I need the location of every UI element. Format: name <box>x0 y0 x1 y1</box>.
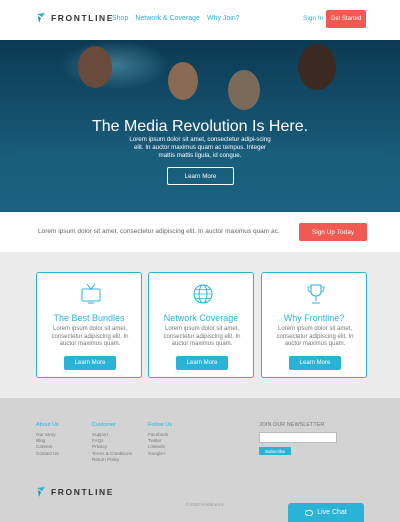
chat-bubble-icon <box>305 509 314 516</box>
feature-card-bundles: The Best Bundles Lorem ipsum dolor sit a… <box>36 272 142 378</box>
footer-link[interactable]: Terms & Conditions <box>92 451 132 457</box>
hero-lamp-glow <box>60 40 170 90</box>
features-section: The Best Bundles Lorem ipsum dolor sit a… <box>0 252 400 398</box>
hero-subtitle: Lorem ipsum dolor sit amet, consectetur … <box>129 136 271 159</box>
strip-text: Lorem ipsum dolor sit amet, consectetur … <box>38 228 280 235</box>
hero-person-3 <box>228 70 260 110</box>
footer-heading: About Us <box>36 422 59 428</box>
feature-learn-more-button[interactable]: Learn More <box>176 356 228 370</box>
newsletter-email-input[interactable] <box>259 432 337 443</box>
footer-link[interactable]: Google+ <box>148 451 172 457</box>
footer-brand-name: FRONTLINE <box>51 487 115 497</box>
hero-person-4 <box>298 44 336 90</box>
subscribe-button[interactable]: Subscribe <box>259 447 291 455</box>
live-chat-button[interactable]: Live Chat <box>288 503 364 522</box>
feature-card-network: Network Coverage Lorem ipsum dolor sit a… <box>148 272 254 378</box>
hero-title: The Media Revolution Is Here. <box>91 118 309 135</box>
brand-logo[interactable]: FRONTLINE <box>36 12 114 24</box>
frontline-logo-icon <box>37 487 45 497</box>
newsletter-heading: JOIN OUR NEWSLETTER <box>259 422 325 428</box>
nav-why-join[interactable]: Why Join? <box>207 15 240 22</box>
footer-col-customer: Customer Support FAQs Privacy Terms & Co… <box>92 422 132 463</box>
nav-network-coverage[interactable]: Network & Coverage <box>135 15 200 22</box>
nav-shop[interactable]: Shop <box>112 15 128 22</box>
footer-heading: Customer <box>92 422 116 428</box>
frontline-logo-icon <box>37 13 45 23</box>
footer-col-about: About Us Our Story Blog Careers Contact … <box>36 422 59 457</box>
hero-person-1 <box>78 46 112 88</box>
footer-logo[interactable]: FRONTLINE <box>36 486 114 498</box>
newsletter-signup: JOIN OUR NEWSLETTER Subscribe <box>259 422 337 455</box>
sign-in-link[interactable]: Sign In <box>303 15 323 22</box>
footer-heading: Follow Us <box>148 422 173 428</box>
feature-title: Why Frontline? <box>283 313 345 323</box>
hero-person-2 <box>168 62 198 100</box>
footer-col-follow: Follow Us Facebook Twitter LinkedIn Goog… <box>148 422 172 457</box>
globe-icon <box>193 284 213 304</box>
tv-icon <box>81 283 101 304</box>
footer-link[interactable]: Contact Us <box>36 451 59 457</box>
feature-text: Lorem ipsum dolor sit amet, consectetur … <box>163 326 241 347</box>
hero-learn-more-button[interactable]: Learn More <box>167 167 234 185</box>
footer-link[interactable]: Return Policy <box>92 457 132 463</box>
get-started-button[interactable]: Get Started <box>326 10 366 28</box>
sign-up-today-button[interactable]: Sign Up Today <box>299 223 367 241</box>
feature-title: Network Coverage <box>163 313 239 323</box>
feature-learn-more-button[interactable]: Learn More <box>289 356 341 370</box>
feature-learn-more-button[interactable]: Learn More <box>64 356 116 370</box>
hero-banner: The Media Revolution Is Here. Lorem ipsu… <box>0 40 400 212</box>
trophy-icon <box>307 284 325 304</box>
feature-text: Lorem ipsum dolor sit amet, consectetur … <box>51 326 129 347</box>
top-header: FRONTLINE Shop Network & Coverage Why Jo… <box>0 0 400 40</box>
signup-strip: Lorem ipsum dolor sit amet, consectetur … <box>0 212 400 252</box>
feature-title: The Best Bundles <box>53 313 125 323</box>
copyright-text: © 2016 Frontline Inc. <box>186 502 225 507</box>
feature-card-why: Why Frontline? Lorem ipsum dolor sit ame… <box>261 272 367 378</box>
brand-name: FRONTLINE <box>51 13 115 23</box>
main-nav: Shop Network & Coverage Why Join? <box>112 15 240 22</box>
feature-text: Lorem ipsum dolor sit amet, consectetur … <box>276 326 354 347</box>
live-chat-label: Live Chat <box>317 509 347 516</box>
